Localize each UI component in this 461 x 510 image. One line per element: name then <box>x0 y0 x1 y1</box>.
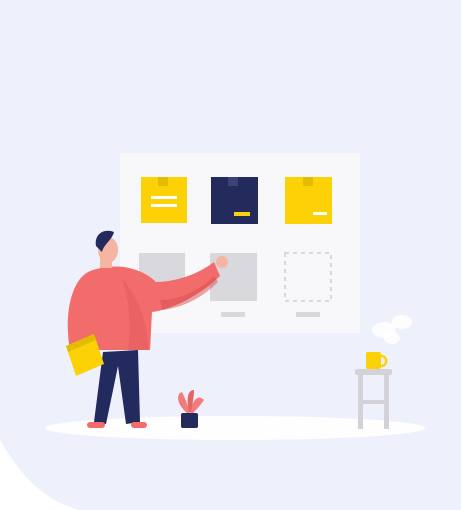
illustration-svg <box>0 0 461 510</box>
box-icon <box>285 177 332 224</box>
illustration-scene <box>0 0 461 510</box>
box-icon <box>211 177 258 224</box>
box-icon <box>141 177 187 223</box>
